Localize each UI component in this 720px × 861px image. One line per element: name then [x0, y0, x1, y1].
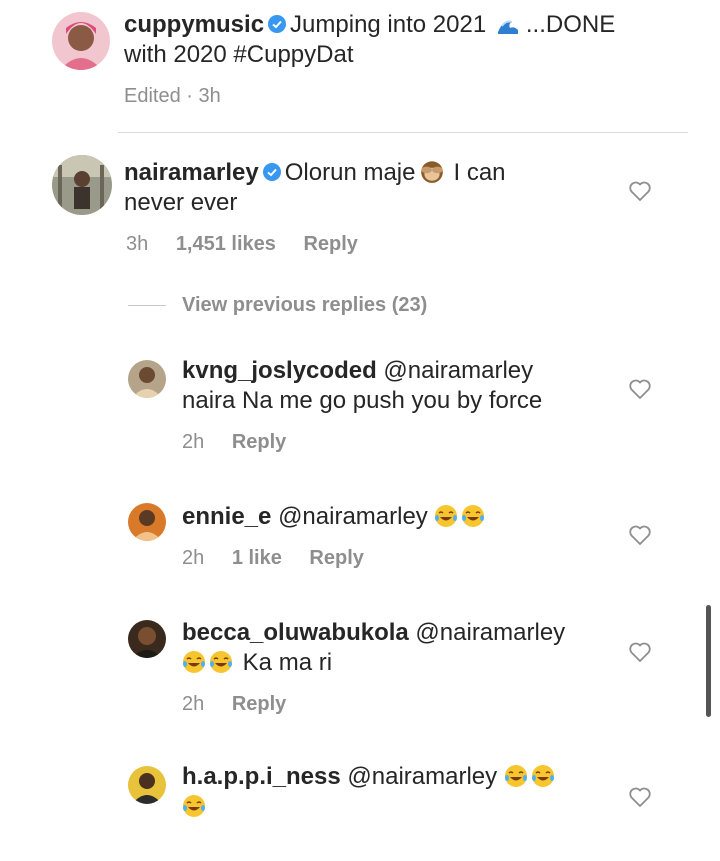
avatar[interactable] — [52, 12, 110, 70]
avatar[interactable] — [52, 155, 112, 215]
reply-meta: 2h Reply — [182, 692, 308, 716]
avatar[interactable] — [128, 620, 166, 658]
edited-label: Edited · 3h — [124, 85, 221, 107]
tears-of-joy-icon — [183, 795, 205, 817]
reply-username[interactable]: ennie_e — [182, 503, 271, 530]
comment-body-a: Olorun maje — [284, 159, 416, 186]
caption-text: Jumping into 2021 — [290, 11, 487, 38]
tears-of-joy-icon — [462, 505, 485, 527]
heart-icon[interactable] — [628, 786, 652, 808]
mention-link[interactable]: @nairamarley — [415, 619, 565, 646]
wave-icon — [497, 20, 518, 34]
reply-button[interactable]: Reply — [303, 233, 357, 255]
reply-body: Ka ma ri — [242, 649, 333, 676]
verified-icon — [262, 163, 281, 181]
comment-time: 3h — [126, 233, 149, 255]
reply-text: h.a.p.p.i_ness @nairamarley — [182, 762, 612, 822]
reply-time: 2h — [182, 547, 205, 569]
mention-link[interactable]: @nairamarley — [383, 357, 533, 384]
comment-body-b: I can — [453, 159, 506, 186]
reply-text: becca_oluwabukola @nairamarley Ka ma ri — [182, 618, 612, 678]
avatar[interactable] — [128, 360, 166, 398]
post-username[interactable]: cuppymusic — [124, 11, 264, 38]
heart-icon[interactable] — [628, 180, 652, 202]
comment-meta: 3h 1,451 likes Reply — [126, 232, 380, 256]
comment-username[interactable]: nairamarley — [124, 159, 259, 186]
comment-body-c: never ever — [124, 189, 238, 216]
heart-icon[interactable] — [628, 641, 652, 663]
tears-of-joy-icon — [531, 765, 554, 787]
tears-of-joy-icon — [210, 651, 232, 673]
reply-body: naira Na me go push you by force — [182, 387, 543, 414]
caption-done: ...DONE — [525, 11, 616, 38]
tears-of-joy-icon — [504, 765, 527, 787]
reply-button[interactable]: Reply — [309, 547, 363, 569]
divider — [118, 132, 688, 133]
view-previous-replies-button[interactable]: View previous replies (23) — [182, 294, 427, 317]
reply-button[interactable]: Reply — [232, 431, 286, 453]
mention-link[interactable]: @nairamarley — [278, 503, 428, 530]
reply-button[interactable]: Reply — [232, 693, 286, 715]
see-no-evil-monkey-icon — [420, 161, 443, 183]
mention-link[interactable]: @nairamarley — [347, 763, 497, 790]
reply-meta: 2h Reply — [182, 430, 308, 454]
reply-text: kvng_joslycoded @nairamarley naira Na me… — [182, 356, 612, 416]
likes-count[interactable]: 1 like — [232, 547, 282, 569]
caption-with: with 2020 — [124, 41, 227, 68]
tears-of-joy-icon — [435, 505, 458, 527]
verified-icon — [268, 15, 287, 33]
scrollbar[interactable] — [706, 605, 711, 717]
post-caption: cuppymusic Jumping into 2021 ...DONE with… — [124, 10, 684, 70]
reply-username[interactable]: becca_oluwabukola — [182, 619, 409, 646]
reply-meta: 2h 1 like Reply — [182, 546, 386, 570]
reply-username[interactable]: kvng_joslycoded — [182, 357, 377, 384]
reply-time: 2h — [182, 693, 205, 715]
heart-icon[interactable] — [628, 524, 652, 546]
tears-of-joy-icon — [183, 651, 205, 673]
reply-text: ennie_e @nairamarley — [182, 502, 612, 532]
comment-text: nairamarley Olorun maje I can never ever — [124, 158, 604, 218]
reply-username[interactable]: h.a.p.p.i_ness — [182, 763, 341, 790]
avatar[interactable] — [128, 766, 166, 804]
heart-icon[interactable] — [628, 378, 652, 400]
divider — [128, 305, 166, 306]
hashtag-link[interactable]: #CuppyDat — [233, 41, 353, 68]
reply-time: 2h — [182, 431, 205, 453]
avatar[interactable] — [128, 503, 166, 541]
likes-count[interactable]: 1,451 likes — [176, 233, 276, 255]
